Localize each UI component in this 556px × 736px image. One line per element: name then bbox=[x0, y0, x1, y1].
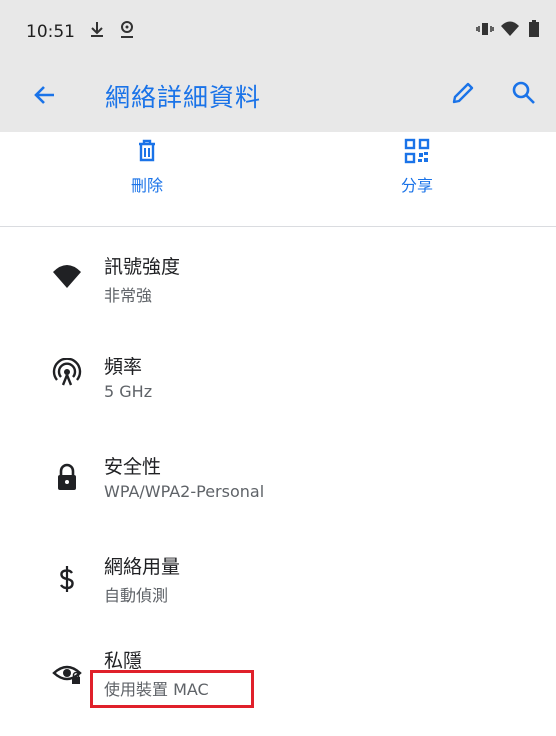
arrow-back-icon[interactable] bbox=[28, 78, 62, 112]
lock-icon bbox=[58, 463, 76, 490]
download-icon bbox=[91, 22, 103, 37]
vibrate-icon bbox=[476, 23, 494, 35]
wifi-icon bbox=[501, 21, 519, 36]
detail-label: 私隱 bbox=[104, 650, 143, 672]
pencil-icon[interactable] bbox=[448, 78, 478, 108]
detail-label: 訊號強度 bbox=[104, 256, 181, 278]
wifi-signal-icon bbox=[53, 265, 81, 288]
battery-icon bbox=[529, 20, 539, 37]
detail-row-privacy[interactable]: 私隱 使用裝置 MAC bbox=[0, 640, 556, 736]
delete-label: 刪除 bbox=[130, 176, 163, 195]
search-icon[interactable] bbox=[509, 78, 539, 108]
status-time: 10:51 bbox=[26, 22, 75, 42]
location-icon bbox=[121, 21, 133, 38]
detail-label: 網絡用量 bbox=[104, 556, 181, 578]
qr-code-icon bbox=[404, 138, 430, 164]
detail-row-metered[interactable]: 網絡用量 自動偵測 bbox=[0, 546, 556, 642]
detail-label: 頻率 bbox=[104, 356, 143, 378]
privacy-eye-icon bbox=[52, 665, 82, 684]
action-bar: 刪除 分享 bbox=[0, 132, 556, 224]
share-label: 分享 bbox=[400, 176, 433, 195]
detail-row-security: 安全性 WPA/WPA2-Personal bbox=[0, 446, 556, 542]
detail-value: 非常強 bbox=[104, 286, 153, 305]
detail-value: 自動偵測 bbox=[104, 586, 169, 605]
page-title: 網絡詳細資料 bbox=[105, 83, 262, 112]
highlight-box bbox=[90, 670, 254, 708]
dollar-icon bbox=[60, 566, 74, 592]
detail-value: 5 GHz bbox=[104, 382, 153, 401]
app-bar: 網絡詳細資料 bbox=[0, 58, 556, 132]
detail-row-signal-strength: 訊號強度 非常強 bbox=[0, 244, 556, 340]
trash-icon bbox=[139, 139, 155, 162]
status-bar: 10:51 bbox=[0, 0, 556, 58]
section-divider bbox=[0, 226, 556, 227]
detail-value: WPA/WPA2-Personal bbox=[104, 482, 265, 501]
detail-row-frequency: 頻率 5 GHz bbox=[0, 346, 556, 442]
share-button[interactable]: 分享 bbox=[357, 138, 477, 196]
antenna-icon bbox=[52, 358, 82, 386]
delete-button[interactable]: 刪除 bbox=[87, 138, 207, 196]
detail-label: 安全性 bbox=[104, 456, 162, 478]
